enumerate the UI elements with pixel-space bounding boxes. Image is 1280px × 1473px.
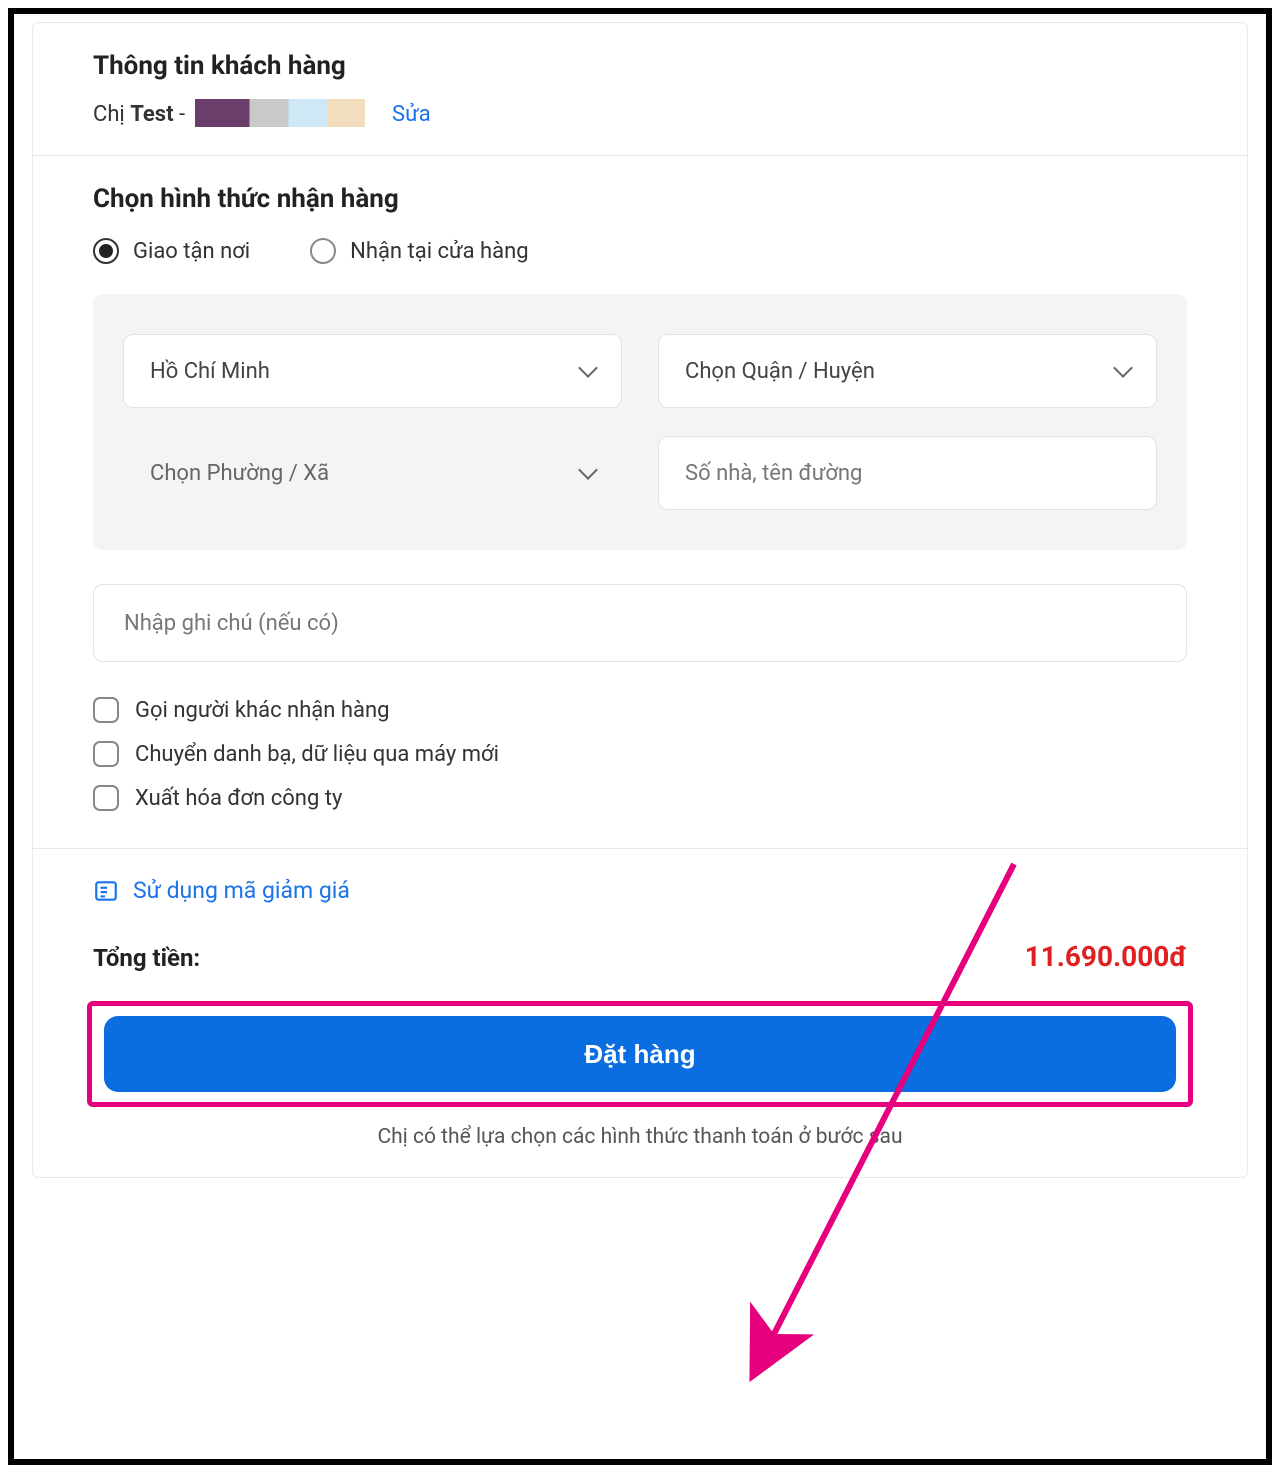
edit-link[interactable]: Sửa <box>392 102 431 127</box>
total-value: 11.690.000đ <box>1025 940 1187 973</box>
footnote: Chị có thể lựa chọn các hình thức thanh … <box>93 1125 1187 1149</box>
checkbox-other-receiver[interactable]: Gọi người khác nhận hàng <box>93 688 1187 732</box>
salutation: Chị <box>93 102 125 127</box>
checkbox-list: Gọi người khác nhận hàng Chuyển danh bạ,… <box>93 688 1187 820</box>
coupon-icon <box>93 878 119 904</box>
checkbox-icon <box>93 741 119 767</box>
address-box: Hồ Chí Minh Chọn Quận / Huyện Chọn Phườn… <box>93 294 1187 550</box>
customer-line: Chị Test - Sửa <box>93 99 1187 127</box>
checkbox-label: Gọi người khác nhận hàng <box>135 698 389 723</box>
customer-section: Thông tin khách hàng Chị Test - Sửa <box>33 23 1247 156</box>
city-value: Hồ Chí Minh <box>150 359 270 384</box>
checkbox-icon <box>93 697 119 723</box>
chevron-down-icon <box>578 358 598 378</box>
street-placeholder: Số nhà, tên đường <box>685 461 862 486</box>
city-select[interactable]: Hồ Chí Minh <box>123 334 622 408</box>
note-placeholder: Nhập ghi chú (nếu có) <box>124 611 339 636</box>
summary-section: Sử dụng mã giảm giá Tổng tiền: 11.690.00… <box>33 849 1247 1177</box>
order-button-highlight: Đặt hàng <box>87 1001 1193 1107</box>
total-row: Tổng tiền: 11.690.000đ <box>93 940 1187 973</box>
chevron-down-icon <box>1113 358 1133 378</box>
district-placeholder: Chọn Quận / Huyện <box>685 359 875 384</box>
radio-store-pickup[interactable]: Nhận tại cửa hàng <box>310 238 529 264</box>
ward-placeholder: Chọn Phường / Xã <box>150 461 329 486</box>
customer-title: Thông tin khách hàng <box>93 51 1187 81</box>
total-label: Tổng tiền: <box>93 944 200 972</box>
radio-label: Giao tận nơi <box>133 239 250 264</box>
street-input[interactable]: Số nhà, tên đường <box>658 436 1157 510</box>
note-input[interactable]: Nhập ghi chú (nếu có) <box>93 584 1187 662</box>
customer-name: Test <box>130 102 173 127</box>
order-button[interactable]: Đặt hàng <box>104 1016 1176 1092</box>
radio-home-delivery[interactable]: Giao tận nơi <box>93 238 250 264</box>
delivery-radio-group: Giao tận nơi Nhận tại cửa hàng <box>93 238 1187 264</box>
radio-label: Nhận tại cửa hàng <box>350 239 529 264</box>
checkbox-data-transfer[interactable]: Chuyển danh bạ, dữ liệu qua máy mới <box>93 732 1187 776</box>
promo-label: Sử dụng mã giảm giá <box>133 877 350 904</box>
checkbox-company-invoice[interactable]: Xuất hóa đơn công ty <box>93 776 1187 820</box>
ward-select[interactable]: Chọn Phường / Xã <box>123 436 622 510</box>
delivery-section: Chọn hình thức nhận hàng Giao tận nơi Nh… <box>33 156 1247 849</box>
checkbox-icon <box>93 785 119 811</box>
checkbox-label: Xuất hóa đơn công ty <box>135 786 342 811</box>
radio-icon-unselected <box>310 238 336 264</box>
chevron-down-icon <box>578 460 598 480</box>
redacted-phone <box>195 99 365 127</box>
promo-link[interactable]: Sử dụng mã giảm giá <box>93 877 1187 904</box>
checkbox-label: Chuyển danh bạ, dữ liệu qua máy mới <box>135 742 499 767</box>
radio-icon-selected <box>93 238 119 264</box>
delivery-title: Chọn hình thức nhận hàng <box>93 184 1187 214</box>
district-select[interactable]: Chọn Quận / Huyện <box>658 334 1157 408</box>
